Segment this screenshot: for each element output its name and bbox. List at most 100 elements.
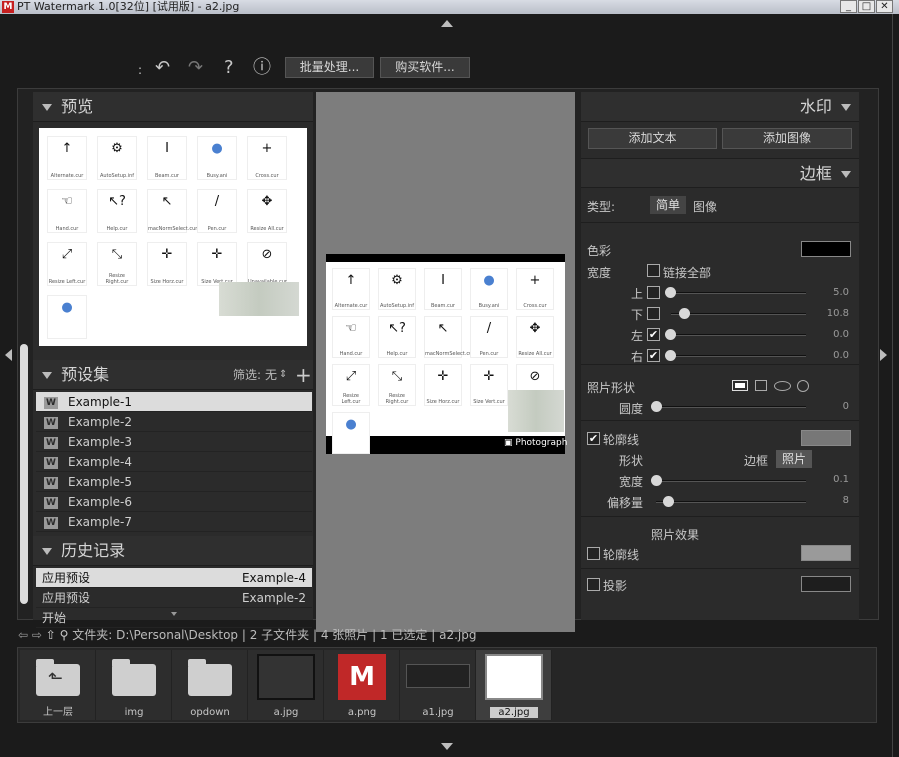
side-checkbox[interactable] (647, 307, 660, 320)
history-more-icon[interactable] (171, 612, 177, 616)
preset-item[interactable]: W Example-1 (36, 392, 312, 412)
side-slider-knob[interactable] (665, 287, 676, 298)
preset-item[interactable]: W Example-5 (36, 472, 312, 492)
filter-select[interactable]: 无 (265, 360, 277, 390)
search-icon[interactable]: ⚲ (60, 628, 69, 642)
preset-item[interactable]: W Example-4 (36, 452, 312, 472)
filter-dropdown-icon[interactable]: ⇕ (279, 360, 287, 390)
side-slider-knob[interactable] (665, 329, 676, 340)
watermark-collapse-icon[interactable] (841, 104, 851, 111)
preview-blurred-watermark (219, 282, 299, 316)
close-button[interactable]: ✕ (876, 0, 893, 13)
side-slider-track[interactable] (671, 292, 806, 294)
preset-label: Example-6 (68, 495, 133, 509)
collapse-right-icon[interactable] (880, 349, 887, 361)
side-slider-knob[interactable] (678, 308, 690, 319)
buy-software-button[interactable]: 购买软件... (380, 57, 470, 78)
border-header[interactable]: 边框 (581, 158, 859, 188)
presets-title: 预设集 (61, 365, 110, 384)
preview-title: 预览 (61, 97, 94, 116)
undo-icon[interactable]: ↶ (155, 59, 170, 77)
add-image-button[interactable]: 添加图像 (722, 128, 852, 149)
preset-item[interactable]: W Example-7 (36, 512, 312, 532)
presets-collapse-icon[interactable] (42, 372, 52, 379)
batch-process-button[interactable]: 批量处理... (285, 57, 374, 78)
shape-square-icon[interactable] (755, 380, 767, 391)
side-checkbox[interactable]: ✔ (647, 328, 660, 341)
filmstrip-item[interactable]: Ma.png (324, 650, 400, 720)
help-icon[interactable]: ? (224, 59, 234, 77)
filmstrip-item[interactable]: a.jpg (248, 650, 324, 720)
redo-icon[interactable]: ↷ (188, 59, 203, 77)
nav-up-icon[interactable]: ⇧ (46, 628, 56, 642)
side-slider-track[interactable] (671, 334, 806, 336)
link-all-checkbox[interactable] (647, 264, 660, 277)
history-header[interactable]: 历史记录 (33, 536, 313, 566)
preset-item[interactable]: W Example-3 (36, 432, 312, 452)
info-icon[interactable]: ⓘ (253, 59, 271, 77)
shape-ellipse-icon[interactable] (774, 381, 791, 391)
add-preset-icon[interactable]: + (295, 360, 312, 390)
preset-item[interactable]: W Example-2 (36, 412, 312, 432)
history-item[interactable]: 应用预设 Example-2 (36, 588, 312, 608)
collapse-top-icon[interactable] (441, 20, 453, 27)
filmstrip-item[interactable]: opdown (172, 650, 248, 720)
shadow-checkbox[interactable] (587, 578, 600, 591)
folder-path[interactable]: D:\Personal\Desktop (116, 628, 238, 642)
maximize-button[interactable]: □ (858, 0, 875, 13)
filmstrip-item[interactable]: a1.jpg (400, 650, 476, 720)
offset-slider-track[interactable] (656, 501, 806, 503)
file-name-label: Pen.cur (479, 351, 499, 357)
divider (581, 420, 859, 421)
outline-checkbox[interactable]: ✔ (587, 432, 600, 445)
file-name-label: macNormSelect.cur (425, 351, 475, 357)
filmstrip-item[interactable]: ⬑ 上一层 (20, 650, 96, 720)
roundness-slider-knob[interactable] (651, 401, 662, 412)
preset-item[interactable]: W Example-6 (36, 492, 312, 512)
side-slider-track[interactable] (671, 355, 806, 357)
history-collapse-icon[interactable] (42, 548, 52, 555)
preset-label: Example-3 (68, 435, 133, 449)
file-name-label: Help.cur (386, 351, 408, 357)
side-value: 0.0 (833, 329, 849, 340)
shadow-color-swatch[interactable] (801, 576, 851, 592)
preview-collapse-icon[interactable] (42, 104, 52, 111)
canvas-photo[interactable]: ↑ Alternate.cur ⚙ AutoSetup.inf I Beam.cur ● Bu… (326, 262, 565, 454)
filmstrip-item[interactable]: img (96, 650, 172, 720)
outline-width-slider-track[interactable] (656, 480, 806, 482)
preview-header[interactable]: 预览 (33, 92, 313, 122)
minimize-button[interactable]: _ (840, 0, 857, 13)
side-checkbox[interactable]: ✔ (647, 349, 660, 362)
nav-forward-icon[interactable]: ⇨ (32, 628, 42, 642)
filmstrip-item[interactable]: a2.jpg (476, 650, 552, 720)
outline-color-swatch[interactable] (801, 430, 851, 446)
roundness-slider-track[interactable] (656, 406, 806, 408)
side-slider-track[interactable] (671, 313, 806, 315)
presets-header[interactable]: 预设集 筛选: 无 ⇕ + (33, 360, 313, 390)
collapse-left-icon[interactable] (5, 349, 12, 361)
side-slider-knob[interactable] (665, 350, 676, 361)
filmstrip-label: 上一层 (43, 707, 73, 718)
left-panel-scrollbar[interactable] (20, 344, 28, 604)
nav-back-icon[interactable]: ⇦ (18, 628, 28, 642)
effect-outline-color-swatch[interactable] (801, 545, 851, 561)
collapse-bottom-icon[interactable] (441, 743, 453, 750)
preset-w-icon: W (44, 496, 58, 509)
history-item[interactable]: 开始 (36, 608, 312, 628)
outline-width-slider-knob[interactable] (651, 475, 662, 486)
add-text-button[interactable]: 添加文本 (588, 128, 717, 149)
border-color-swatch[interactable] (801, 241, 851, 257)
offset-slider-knob[interactable] (663, 496, 674, 507)
divider (581, 516, 859, 517)
type-simple-option[interactable]: 简单 (650, 196, 686, 214)
side-checkbox[interactable] (647, 286, 660, 299)
shape-circle-icon[interactable] (797, 380, 809, 392)
type-image-option[interactable]: 图像 (693, 198, 717, 215)
border-collapse-icon[interactable] (841, 171, 851, 178)
history-item[interactable]: 应用预设 Example-4 (36, 568, 312, 588)
effect-outline-checkbox[interactable] (587, 547, 600, 560)
outline-border-option[interactable]: 边框 (744, 452, 768, 469)
outline-photo-option[interactable]: 照片 (776, 450, 812, 468)
shape-rect-icon[interactable] (732, 380, 748, 391)
watermark-header[interactable]: 水印 (581, 92, 859, 122)
